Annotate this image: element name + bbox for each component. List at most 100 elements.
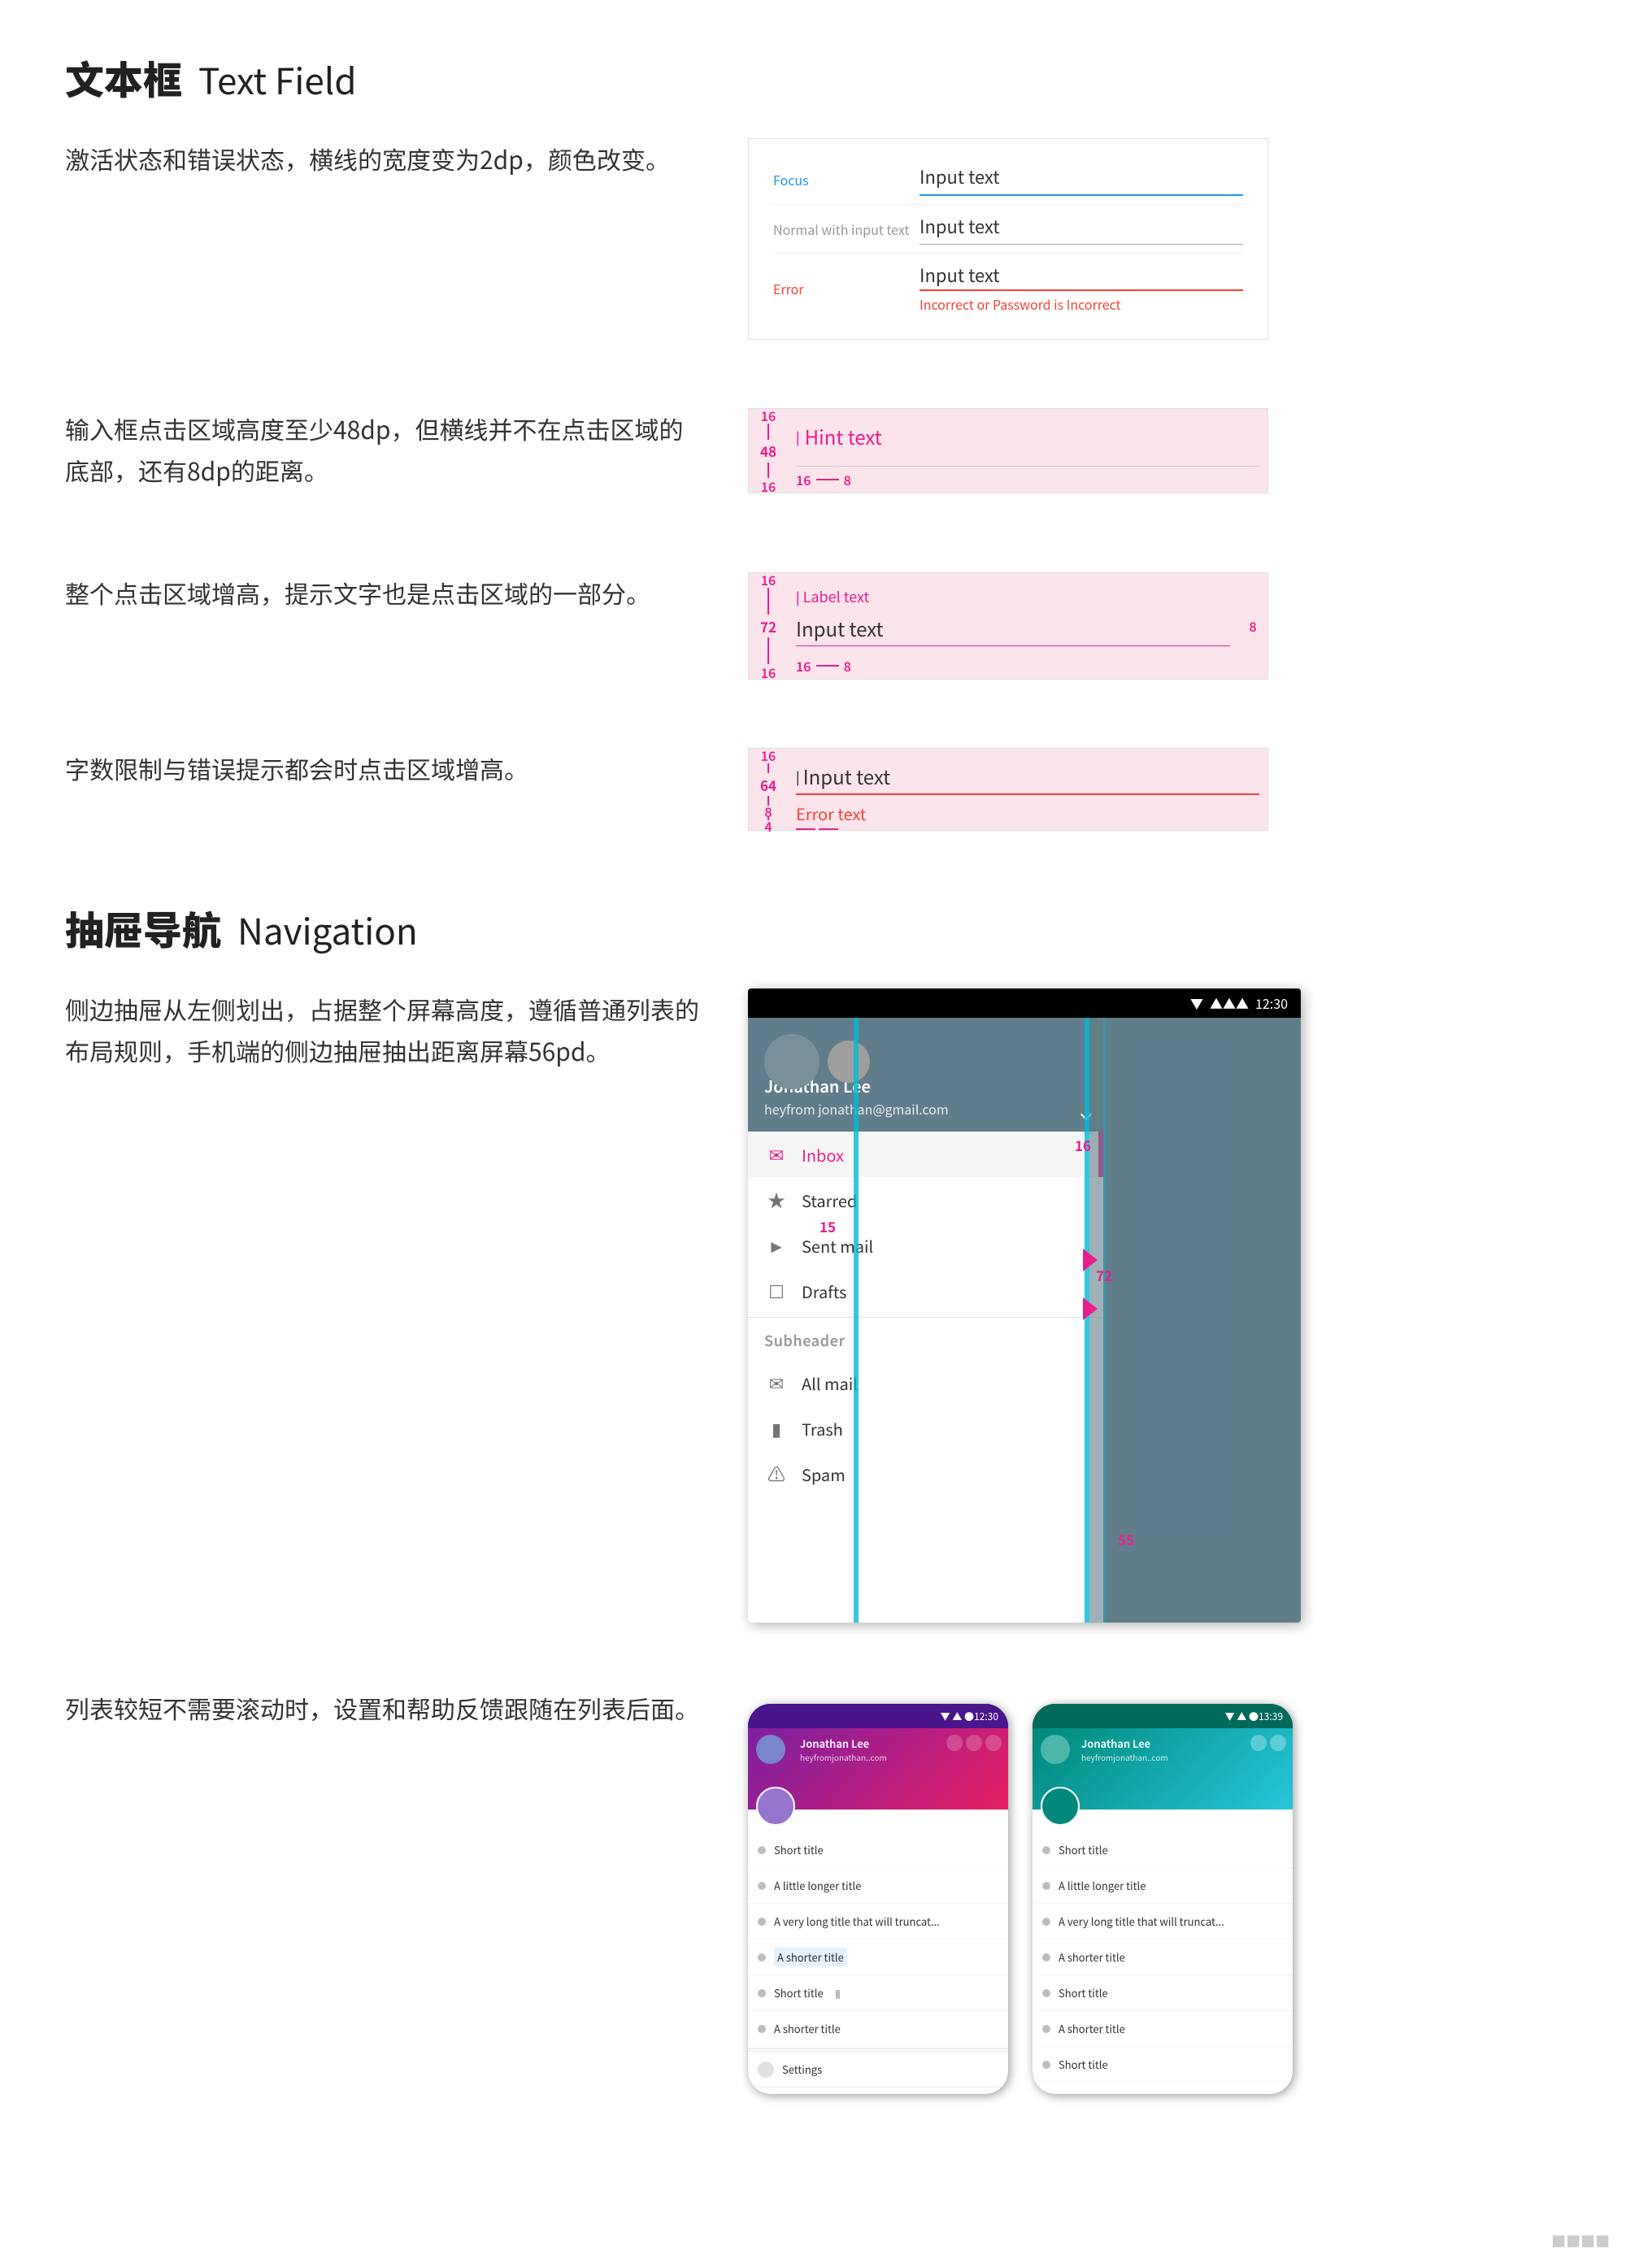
nav-item-sent[interactable]: ► Sent mail bbox=[748, 1223, 1103, 1268]
list-dot bbox=[758, 1846, 766, 1854]
tf-desc4: 字数限制与错误提示都会时点击区域增高。 bbox=[65, 748, 699, 789]
phone1-email: heyfromjonathan..com bbox=[800, 1751, 887, 1763]
tf-diag2: 16 48 16 | Hint text 16 bbox=[748, 408, 1268, 493]
tf-diag4: 16 64 8 4 | Input text Error t bbox=[748, 748, 1268, 831]
nav-drawer: Jonathan Lee heyfrom jonathan@gmail.com … bbox=[748, 1018, 1106, 1623]
tf-states-diagram: Focus Input text Normal with input text … bbox=[748, 138, 1268, 340]
phone2-avatar bbox=[1041, 1735, 1070, 1764]
tf-diagram3-col: 16 72 16 | Label text Input text bbox=[748, 572, 1561, 699]
phone1-settings[interactable]: Settings bbox=[748, 2051, 1008, 2087]
list-text-highlight: A shorter title bbox=[774, 1948, 847, 1966]
nav-item-allmail[interactable]: ✉ All mail bbox=[748, 1360, 1103, 1406]
phone1-avatar bbox=[756, 1735, 785, 1764]
diag4-ruler-64: 64 bbox=[760, 775, 776, 794]
diag4-ruler-16: 16 bbox=[761, 749, 776, 762]
phone1-wifi: ▼ ▲ ● bbox=[941, 1710, 974, 1723]
wifi-icon: ▼ bbox=[1190, 993, 1203, 1013]
nav-desc2: 列表较短不需要滚动时，设置和帮助反馈跟随在列表后面。 bbox=[65, 1688, 699, 1729]
ruler-label-15: 15 bbox=[820, 1216, 836, 1236]
nav-desc2-col: 列表较短不需要滚动时，设置和帮助反馈跟随在列表后面。 bbox=[65, 1688, 699, 1762]
diag4-spacer bbox=[788, 749, 1267, 762]
diag4-content: | Input text Error text bbox=[788, 749, 1267, 830]
nav-user-email: heyfrom jonathan@gmail.com bbox=[764, 1099, 1087, 1119]
tf-desc1-col: 激活状态和错误状态，横线的宽度变为2dp，颜色改变。 bbox=[65, 138, 699, 212]
list-item: A shorter title bbox=[748, 1940, 1008, 1975]
list-dot bbox=[1042, 1989, 1050, 1997]
ruler-16-x: 16 bbox=[796, 470, 811, 489]
diag2-hint-row: | Hint text bbox=[788, 422, 1267, 450]
phone2-time: 13:39 bbox=[1259, 1710, 1283, 1723]
list-dot bbox=[758, 1953, 766, 1962]
phone1-help[interactable]: Help & Feedback bbox=[748, 2087, 1008, 2094]
diag4-input-row: | Input text bbox=[788, 762, 1267, 790]
bottom-phones-col: ▼ ▲ ● 12:30 Jonathan Lee heyfromjonathan… bbox=[748, 1688, 1561, 2094]
diag3-vline2 bbox=[767, 637, 769, 664]
nav-item-drafts[interactable]: ☐ Drafts bbox=[748, 1268, 1103, 1314]
phone2-header-content: Jonathan Lee heyfromjonathan..com bbox=[1041, 1735, 1168, 1764]
nav-title-en: Navigation bbox=[237, 903, 418, 955]
diag4-ruler-4: 4 bbox=[764, 822, 772, 830]
mail-icon: ✉ bbox=[764, 1371, 789, 1395]
phone2-email: heyfromjonathan..com bbox=[1081, 1751, 1168, 1763]
ruler-label-72: 72 bbox=[1096, 1265, 1112, 1285]
list-item: Short title bbox=[1033, 1832, 1293, 1868]
nav-inbox-label: Inbox bbox=[802, 1143, 844, 1167]
nav-items-list: ✉ Inbox ★ Starred ► Sent mail bbox=[748, 1132, 1103, 1623]
phone1-icon3 bbox=[985, 1735, 1002, 1751]
nav-section-title: 抽屉导航 Navigation bbox=[65, 899, 1561, 956]
page-watermark: ■■■■ bbox=[1551, 2231, 1610, 2252]
ruler-16-top: 16 bbox=[761, 409, 776, 422]
nav-item-inbox[interactable]: ✉ Inbox bbox=[748, 1132, 1103, 1177]
send-icon: ► bbox=[764, 1233, 789, 1258]
diag4-vline1 bbox=[767, 763, 769, 773]
phone2-header: Jonathan Lee heyfromjonathan..com bbox=[1033, 1728, 1293, 1810]
phone1-header: Jonathan Lee heyfromjonathan..com bbox=[748, 1728, 1008, 1810]
phone1-icon2 bbox=[966, 1735, 982, 1751]
phone2-header-text: Jonathan Lee heyfromjonathan..com bbox=[1081, 1736, 1168, 1763]
diag3-label-row: | Label text bbox=[788, 586, 1238, 607]
diag3-gap1 bbox=[788, 607, 1238, 614]
diag3-spacer-top bbox=[788, 573, 1238, 586]
nav-item-spam[interactable]: ⚠ Spam bbox=[748, 1451, 1103, 1497]
list-text: Short title bbox=[774, 1842, 824, 1857]
phone-mockup-1: ▼ ▲ ● 12:30 Jonathan Lee heyfromjonathan… bbox=[748, 1704, 1008, 2094]
inbox-icon: ✉ bbox=[764, 1142, 789, 1167]
nav-divider1 bbox=[748, 1317, 1103, 1318]
nav-drawer-header: Jonathan Lee heyfrom jonathan@gmail.com bbox=[748, 1018, 1103, 1132]
diag3-gap2 bbox=[788, 646, 1238, 653]
list-dot bbox=[758, 1882, 766, 1890]
diag2-spacer-top bbox=[788, 409, 1267, 422]
ruler-hline bbox=[816, 479, 839, 480]
diag3-right-8: 8 bbox=[1249, 616, 1256, 636]
tf-focus-row: Focus Input text bbox=[773, 155, 1243, 205]
diag3-vline1 bbox=[767, 588, 769, 615]
list-text: Short title bbox=[1059, 1985, 1108, 2001]
ruler-label-55: 55 bbox=[1118, 1529, 1134, 1549]
tf-normal-field: Input text bbox=[920, 213, 1243, 245]
nav-item-starred[interactable]: ★ Starred bbox=[748, 1177, 1103, 1223]
nav-subheader: Subheader bbox=[748, 1321, 1103, 1360]
diag4-count-line bbox=[796, 828, 815, 830]
list-dot bbox=[1042, 1846, 1050, 1854]
list-item: A very long title that will truncat... bbox=[1033, 1904, 1293, 1940]
diag3-label-text: Label text bbox=[803, 586, 870, 607]
list-text: A shorter title bbox=[774, 2021, 841, 2036]
nav-status-bar: ▼ ▲▲▲ 12:30 bbox=[748, 988, 1301, 1018]
diag3-ruler-16-top: 16 bbox=[761, 573, 776, 586]
list-dot bbox=[1042, 2061, 1050, 2069]
spam-icon: ⚠ bbox=[764, 1462, 789, 1486]
list-item: Short title ▮ bbox=[748, 1975, 1008, 2011]
list-text: A very long title that will truncat... bbox=[1059, 1914, 1224, 1929]
nav-section: 抽屉导航 Navigation 侧边抽屉从左侧划出，占据整个屏幕高度，遵循普通列… bbox=[65, 899, 1561, 2094]
phone2-status-bar: ▼ ▲ ● 13:39 bbox=[1033, 1704, 1293, 1728]
trash-icon: ▮ bbox=[764, 1416, 789, 1440]
cyan-ruler-line-left bbox=[854, 1018, 859, 1623]
ruler-label-16: 16 bbox=[1075, 1135, 1091, 1155]
nav-item-trash[interactable]: ▮ Trash bbox=[748, 1406, 1103, 1451]
diag3-right-ruler: 8 bbox=[1238, 573, 1267, 679]
tf-diagram2-col: 16 48 16 | Hint text 16 bbox=[748, 408, 1561, 513]
textfield-row4: 字数限制与错误提示都会时点击区域增高。 16 64 8 4 | bbox=[65, 748, 1561, 850]
list-dot bbox=[758, 1989, 766, 1997]
phone-mockup-2: ▼ ▲ ● 13:39 Jonathan Lee heyfromjonathan… bbox=[1033, 1704, 1293, 2094]
diag2-bottom-ruler: 16 8 bbox=[788, 467, 1267, 493]
